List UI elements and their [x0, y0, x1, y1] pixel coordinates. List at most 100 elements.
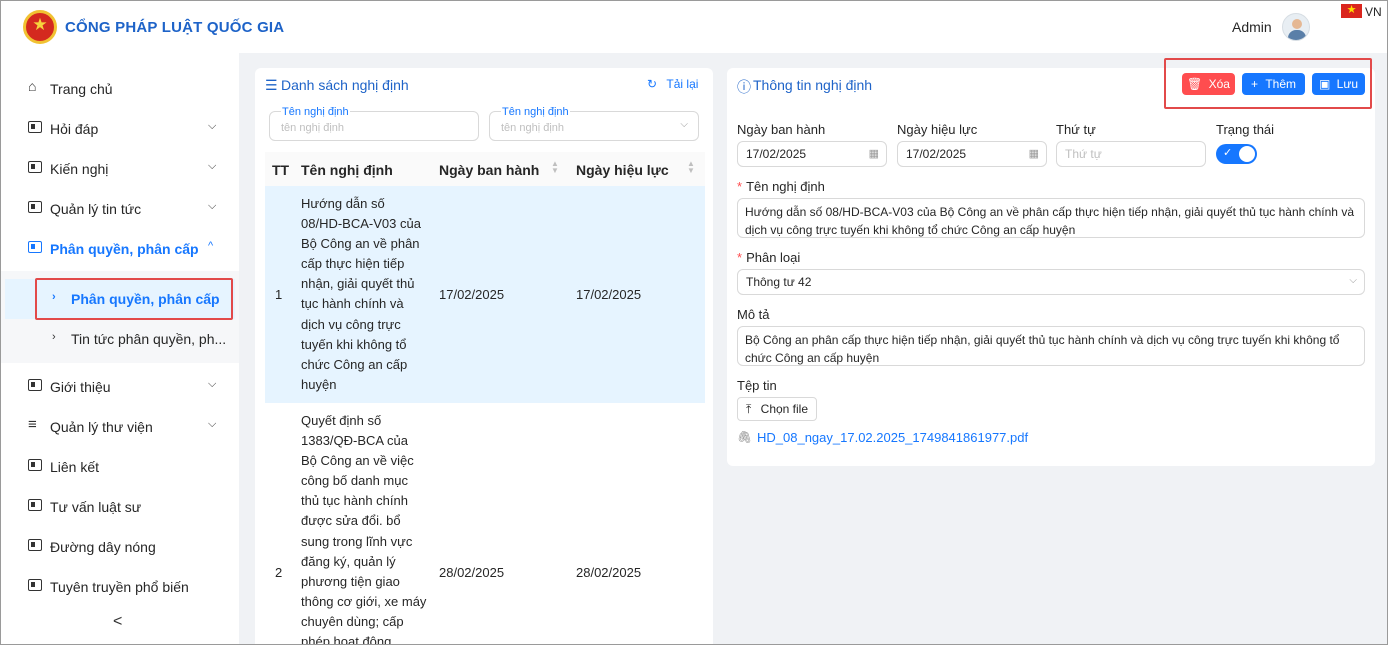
sidebar-item-label: Đường dây nóng: [50, 539, 156, 555]
sidebar-item-label: Tuyên truyền phổ biến: [50, 579, 189, 595]
national-emblem-logo: [23, 10, 57, 44]
sidebar-item-label: Giới thiệu: [50, 379, 111, 395]
attached-file-link[interactable]: HD_08_ngay_17.02.2025_1749841861977.pdf: [757, 430, 1028, 445]
row-issued-date: 17/02/2025: [439, 287, 505, 302]
sidebar-item-label: Quản lý thư viện: [50, 419, 153, 435]
sidebar-item-petitions[interactable]: Kiến nghị ⌵: [1, 149, 239, 189]
sidebar-item-decentralization[interactable]: Phân quyền, phân cấp ^: [1, 229, 239, 269]
highlight-box: [35, 278, 233, 320]
chevron-up-icon: ^: [208, 240, 214, 252]
decree-detail-panel: ⓘ Thông tin nghị định 🗑 Xóa + Thêm ▣ Lưu…: [727, 68, 1375, 466]
chevron-down-icon: ⌵: [208, 120, 217, 132]
sort-icon[interactable]: ▲ ▼: [551, 160, 559, 175]
sidebar-item-library[interactable]: ≡ Quản lý thư viện ⌵: [1, 407, 239, 447]
column-header-effective[interactable]: Ngày hiệu lực: [576, 162, 669, 178]
sidebar-item-label: Trang chủ: [50, 81, 113, 97]
filter-placeholder: tên nghị định: [281, 122, 344, 134]
choose-file-button[interactable]: ⤒ Chọn file: [737, 397, 817, 421]
paperclip-icon: 🖇: [737, 430, 753, 444]
column-header-tt: TT: [272, 162, 290, 178]
status-label: Trạng thái: [1216, 122, 1275, 137]
column-header-issued[interactable]: Ngày ban hành: [439, 162, 539, 178]
user-name[interactable]: Admin: [1232, 19, 1272, 35]
sidebar-item-links[interactable]: Liên kết: [1, 447, 239, 487]
issued-date-label: Ngày ban hành: [737, 122, 826, 137]
language-code[interactable]: VN: [1365, 5, 1382, 19]
reload-label: Tải lại: [666, 77, 699, 91]
table-row[interactable]: 2 Quyết định số 1383/QĐ-BCA của Bộ Công …: [265, 404, 705, 645]
description-textarea[interactable]: Bộ Công an phân cấp thực hiện tiếp nhận,…: [737, 326, 1365, 366]
order-input[interactable]: Thứ tự: [1056, 141, 1206, 167]
collapse-sidebar-icon[interactable]: <: [113, 613, 122, 631]
sidebar-item-about[interactable]: Giới thiệu ⌵: [1, 367, 239, 407]
order-placeholder: Thứ tự: [1065, 147, 1102, 161]
sidebar-item-label: Hỏi đáp: [50, 121, 99, 137]
contact-card-icon: [28, 579, 42, 591]
filter-label: Tên nghị định: [501, 106, 570, 118]
table-header: TT Tên nghị định Ngày ban hành ▲ ▼ Ngày h…: [265, 152, 705, 186]
sort-icon[interactable]: ▲ ▼: [687, 160, 695, 175]
choose-file-label: Chọn file: [760, 402, 809, 416]
sidebar-item-label: Liên kết: [50, 459, 100, 475]
sidebar-item-faq[interactable]: Hỏi đáp ⌵: [1, 109, 239, 149]
contact-card-icon: [28, 499, 42, 511]
chevron-down-icon: ⌵: [680, 119, 688, 130]
effective-date-label: Ngày hiệu lực: [897, 122, 978, 137]
category-select[interactable]: Thông tư 42 ⌵: [737, 269, 1365, 295]
card-icon: [28, 161, 42, 173]
file-label: Tệp tin: [737, 378, 777, 393]
user-avatar[interactable]: [1282, 13, 1310, 41]
row-index: 1: [275, 287, 283, 302]
chevron-down-icon: ⌵: [208, 378, 217, 390]
filter-label: Tên nghị định: [281, 106, 350, 118]
issued-date-value: 17/02/2025: [746, 147, 807, 161]
refresh-icon: ↻: [647, 77, 658, 91]
row-decree-name: Hướng dẫn số 08/HD-BCA-V03 của Bộ Công a…: [301, 196, 421, 392]
sidebar-item-label: Kiến nghị: [50, 161, 109, 177]
sidebar-item-lawyer-advice[interactable]: Tư vấn luật sư: [1, 487, 239, 527]
contact-card-icon: [28, 459, 42, 471]
decree-name-label: * Tên nghị định: [737, 179, 825, 194]
home-icon: ⌂: [28, 78, 37, 94]
sidebar-item-propaganda[interactable]: Tuyên truyền phổ biến: [1, 567, 239, 607]
reload-button[interactable]: ↻ Tải lại: [647, 77, 698, 91]
row-effective-date: 28/02/2025: [576, 565, 642, 580]
sidebar: ⌂ Trang chủ Hỏi đáp ⌵ Kiến nghị ⌵ Quản l…: [1, 53, 239, 644]
sidebar-item-hotline[interactable]: Đường dây nóng: [1, 527, 239, 567]
app-window: CỔNG PHÁP LUẬT QUỐC GIA Admin VN ⌂ Trang…: [0, 0, 1388, 645]
sidebar-subitem-decentralization-news[interactable]: › Tin tức phân quyền, ph...: [5, 319, 235, 359]
card-icon: [28, 121, 42, 133]
chevron-down-icon: ⌵: [208, 418, 217, 430]
vietnam-flag-icon[interactable]: [1341, 3, 1362, 18]
column-header-name: Tên nghị định: [301, 162, 393, 178]
chevron-down-icon: ⌵: [208, 200, 217, 212]
row-effective-date: 17/02/2025: [576, 287, 642, 302]
row-decree-name: Quyết định số 1383/QĐ-BCA của Bộ Công an…: [301, 413, 427, 645]
decree-list-panel: ☰ Danh sách nghị định ↻ Tải lại Tên nghị…: [255, 68, 713, 645]
row-index: 2: [275, 565, 283, 580]
table-row[interactable]: 1 Hướng dẫn số 08/HD-BCA-V03 của Bộ Công…: [265, 186, 705, 403]
info-circle-icon: ⓘ: [737, 79, 751, 95]
sidebar-item-label: Phân quyền, phân cấp: [50, 241, 199, 257]
calendar-icon: ▦: [868, 148, 879, 160]
filter-name-select[interactable]: Tên nghị định tên nghị định ⌵: [489, 106, 699, 141]
filter-name-input[interactable]: Tên nghị định tên nghị định: [269, 106, 479, 141]
card-icon: [28, 241, 42, 253]
detail-panel-title: Thông tin nghị định: [753, 77, 873, 93]
decree-name-textarea[interactable]: Hướng dẫn số 08/HD-BCA-V03 của Bộ Công a…: [737, 198, 1365, 238]
effective-date-picker[interactable]: 17/02/2025 ▦: [897, 141, 1047, 167]
effective-date-value: 17/02/2025: [906, 147, 967, 161]
status-toggle[interactable]: [1216, 144, 1257, 164]
sidebar-item-home[interactable]: ⌂ Trang chủ: [1, 69, 239, 109]
highlight-box: [1164, 58, 1372, 109]
issued-date-picker[interactable]: 17/02/2025 ▦: [737, 141, 887, 167]
filter-placeholder: tên nghị định: [501, 122, 564, 134]
contact-card-icon: [28, 539, 42, 551]
card-icon: [28, 379, 42, 391]
upload-icon: ⤒: [746, 402, 752, 416]
sidebar-item-news[interactable]: Quản lý tin tức ⌵: [1, 189, 239, 229]
chevron-right-icon: ›: [52, 331, 56, 343]
row-issued-date: 28/02/2025: [439, 565, 505, 580]
list-icon: ≡: [28, 416, 37, 433]
app-title[interactable]: CỔNG PHÁP LUẬT QUỐC GIA: [65, 19, 284, 36]
